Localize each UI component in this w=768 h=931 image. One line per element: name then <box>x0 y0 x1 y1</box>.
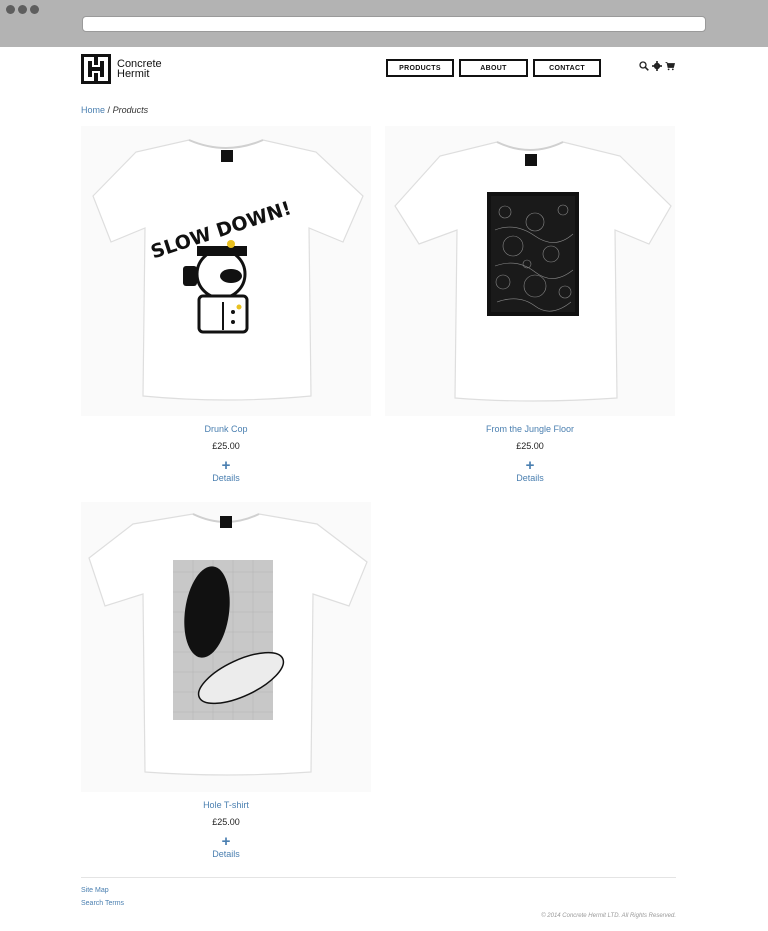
breadcrumb-separator: / <box>107 105 111 115</box>
product-name[interactable]: From the Jungle Floor <box>385 424 675 438</box>
cart-icon[interactable] <box>665 61 676 71</box>
breadcrumb-current: Products <box>112 105 149 115</box>
browser-chrome <box>0 0 768 47</box>
plus-icon[interactable]: + <box>385 458 675 473</box>
product-image[interactable]: SLOW DOWN! <box>81 126 371 416</box>
product-image[interactable] <box>81 502 371 792</box>
product-card: Hole T-shirt £25.00 + Details <box>81 502 371 859</box>
plus-icon[interactable]: + <box>81 458 371 473</box>
plus-icon[interactable]: + <box>81 834 371 849</box>
product-name[interactable]: Hole T-shirt <box>81 800 371 814</box>
product-name[interactable]: Drunk Cop <box>81 424 371 438</box>
gear-icon[interactable] <box>652 61 662 71</box>
product-image[interactable] <box>385 126 675 416</box>
site-logo[interactable]: Concrete Hermit <box>81 54 162 84</box>
footer-search-terms-link[interactable]: Search Terms <box>81 900 124 907</box>
address-bar[interactable] <box>82 16 706 32</box>
search-icon[interactable] <box>639 61 649 71</box>
nav-about[interactable]: ABOUT <box>459 59 528 77</box>
breadcrumb: Home / Products <box>81 105 148 115</box>
product-card: SLOW DOWN! Drunk Cop £25.00 + Details <box>81 126 371 483</box>
product-price: £25.00 <box>212 817 240 827</box>
footer-site-map-link[interactable]: Site Map <box>81 887 109 894</box>
window-close-dot[interactable] <box>6 5 15 14</box>
details-link[interactable]: Details <box>81 473 371 483</box>
product-card: From the Jungle Floor £25.00 + Details <box>385 126 675 483</box>
logo-text: Concrete Hermit <box>117 58 162 80</box>
details-link[interactable]: Details <box>385 473 675 483</box>
footer-copyright: © 2014 Concrete Hermit LTD. All Rights R… <box>541 913 676 919</box>
breadcrumb-home[interactable]: Home <box>81 105 105 115</box>
window-maximize-dot[interactable] <box>30 5 39 14</box>
product-price: £25.00 <box>516 441 544 451</box>
footer-divider <box>81 877 676 878</box>
window-minimize-dot[interactable] <box>18 5 27 14</box>
product-price: £25.00 <box>212 441 240 451</box>
nav-contact[interactable]: CONTACT <box>533 59 601 77</box>
nav-products[interactable]: PRODUCTS <box>386 59 454 77</box>
logo-mark-icon <box>81 54 111 84</box>
details-link[interactable]: Details <box>81 849 371 859</box>
